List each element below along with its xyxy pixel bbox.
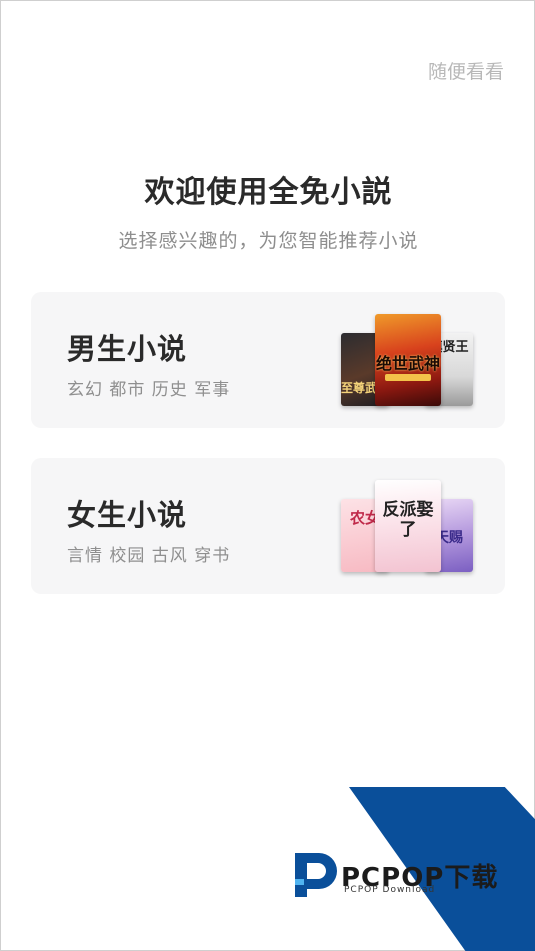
book-covers: 农女 天赐 反派娶了 [341,480,473,572]
book-cover: 绝世武神 [375,314,441,406]
female-novel-card[interactable]: 女生小说 言情 校园 古风 穿书 农女 天赐 反派娶了 [31,458,505,594]
pcpop-logo-icon [295,853,337,897]
book-covers: 至尊武神 镇贤王 绝世武神 [341,314,473,406]
card-title: 女生小说 [67,498,188,532]
page-subtitle: 选择感兴趣的，为您智能推荐小说 [118,230,419,252]
book-cover-title: 绝世武神 [375,354,440,373]
cover-band [385,374,431,381]
book-cover: 反派娶了 [375,480,441,572]
skip-button[interactable]: 随便看看 [428,57,504,84]
card-tags: 言情 校园 古风 穿书 [67,546,231,566]
card-tags: 玄幻 都市 历史 军事 [67,380,231,400]
watermark-subtext: PCPOP Download [344,885,436,895]
male-novel-card[interactable]: 男生小说 玄幻 都市 历史 军事 至尊武神 镇贤王 绝世武神 [31,292,505,428]
card-title: 男生小说 [67,332,188,366]
page-title: 欢迎使用全免小説 [144,175,393,210]
book-cover-title: 反派娶了 [382,500,434,540]
